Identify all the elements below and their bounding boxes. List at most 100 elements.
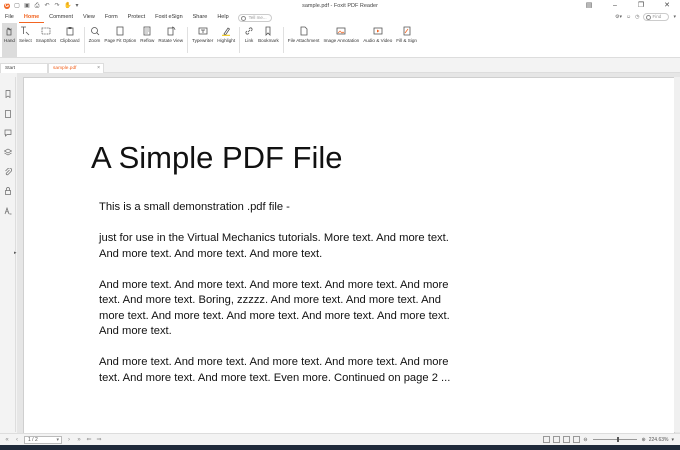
- rotate-view-icon: [166, 25, 176, 36]
- settings-gear-icon[interactable]: ⚙▾: [615, 14, 622, 20]
- vertical-scrollbar[interactable]: [674, 77, 680, 432]
- facing-view-icon[interactable]: [563, 436, 571, 443]
- snapshot-tool-button[interactable]: SnapShot: [34, 23, 58, 57]
- menu-help[interactable]: Help: [212, 12, 233, 23]
- zoom-slider-knob[interactable]: [616, 437, 619, 442]
- page-fit-icon: [115, 25, 125, 36]
- page-number-field[interactable]: 1 / 2: [24, 436, 62, 444]
- zoom-slider[interactable]: [592, 437, 637, 442]
- tool-label: Audio & Video: [363, 38, 393, 43]
- clipboard-tool-button[interactable]: Clipboard: [58, 23, 82, 57]
- ribbon-separator: [83, 27, 85, 53]
- reflow-button[interactable]: Reflow: [138, 23, 156, 57]
- hand-tool-button[interactable]: Hand: [2, 23, 17, 57]
- title-bar: G ▢ ▣ ⎙ ↶ ↷ ✋ ▾ sample.pdf - Foxit PDF R…: [0, 0, 680, 12]
- menu-comment[interactable]: Comment: [44, 12, 78, 23]
- restore-button[interactable]: ❐: [628, 0, 654, 12]
- menu-form[interactable]: Form: [100, 12, 123, 23]
- last-page-icon[interactable]: »: [76, 437, 82, 444]
- notification-icon[interactable]: ◷: [635, 14, 639, 20]
- layers-panel-icon[interactable]: [3, 143, 13, 156]
- single-page-view-icon[interactable]: [543, 436, 551, 443]
- minimize-button[interactable]: –: [602, 0, 628, 12]
- attachments-panel-icon[interactable]: [4, 163, 12, 176]
- tool-label: Link: [244, 38, 254, 43]
- comments-panel-icon[interactable]: [4, 124, 12, 137]
- previous-page-icon[interactable]: ‹: [14, 437, 20, 444]
- pdf-body: This is a small demonstration .pdf file …: [99, 200, 459, 402]
- security-lock-icon[interactable]: [4, 182, 12, 195]
- link-tool-button[interactable]: Link: [242, 23, 256, 57]
- tab-start[interactable]: Start: [0, 63, 48, 73]
- zoom-in-icon[interactable]: ⊕: [642, 437, 646, 443]
- menu-home[interactable]: Home: [18, 12, 45, 23]
- menu-share[interactable]: Share: [188, 12, 213, 23]
- highlight-tool-button[interactable]: Highlight: [215, 23, 237, 57]
- tab-sample-pdf[interactable]: sample.pdf ×: [48, 63, 104, 73]
- redo-icon[interactable]: ↷: [54, 3, 60, 9]
- tool-label: SnapShot: [35, 38, 56, 43]
- menu-protect[interactable]: Protect: [123, 12, 150, 23]
- snapshot-icon: [41, 25, 51, 36]
- zoom-level[interactable]: 224.63%: [649, 437, 669, 443]
- rotate-view-button[interactable]: Rotate View: [156, 23, 185, 57]
- close-button[interactable]: ✕: [654, 0, 680, 12]
- previous-view-icon[interactable]: ⇐: [86, 437, 92, 444]
- next-view-icon[interactable]: ⇒: [96, 437, 102, 444]
- tool-label: Hand: [4, 38, 15, 43]
- ribbon-display-options-icon[interactable]: ▤: [576, 0, 602, 12]
- page-thumbnails-icon[interactable]: [4, 105, 12, 118]
- next-page-icon[interactable]: ›: [66, 437, 72, 444]
- zoom-out-icon[interactable]: ⊖: [583, 437, 587, 443]
- undo-icon[interactable]: ↶: [44, 3, 50, 9]
- audio-video-button[interactable]: Audio & Video: [361, 23, 394, 57]
- continuous-facing-view-icon[interactable]: [573, 436, 581, 443]
- hand-icon: [4, 25, 14, 36]
- page-fit-option-button[interactable]: Page Fit Option: [102, 23, 138, 57]
- fill-sign-button[interactable]: Fill & Sign: [394, 23, 419, 57]
- tab-label: Start: [5, 66, 16, 71]
- pdf-paragraph: just for use in the Virtual Mechanics tu…: [99, 232, 449, 260]
- hand-tool-icon[interactable]: ✋: [64, 3, 71, 9]
- zoom-dropdown-icon[interactable]: ▾: [671, 437, 674, 443]
- ribbon-separator: [187, 27, 189, 53]
- select-tool-button[interactable]: Select: [17, 23, 34, 57]
- image-annotation-button[interactable]: Image Annotation: [321, 23, 361, 57]
- tool-label: Rotate View: [158, 38, 184, 43]
- tool-label: Page Fit Option: [104, 38, 137, 43]
- reflow-icon: [142, 25, 152, 36]
- foxit-logo-icon: G: [4, 3, 10, 9]
- zoom-icon: [90, 25, 100, 36]
- find-input[interactable]: Find: [643, 13, 670, 21]
- signature-panel-icon[interactable]: [4, 202, 12, 215]
- menubar-right-tools: ⚙▾ ☺ ◷ Find ▾: [615, 13, 676, 21]
- typewriter-tool-button[interactable]: Typewriter: [190, 23, 215, 57]
- bookmark-icon: [263, 25, 273, 36]
- document-view[interactable]: A Simple PDF File This is a small demons…: [17, 73, 680, 437]
- menu-view[interactable]: View: [78, 12, 100, 23]
- pdf-paragraph: This is a small demonstration .pdf file …: [99, 201, 290, 213]
- status-bar: « ‹ 1 / 2 › » ⇐ ⇒ ⊖ ⊕ 224.63% ▾: [0, 433, 680, 445]
- ribbon-separator: [282, 27, 284, 53]
- tool-label: File Attachment: [287, 38, 320, 43]
- account-icon[interactable]: ☺: [626, 14, 631, 20]
- file-attachment-button[interactable]: File Attachment: [286, 23, 322, 57]
- first-page-icon[interactable]: «: [4, 437, 10, 444]
- pdf-paragraph: And more text. And more text. And more t…: [99, 356, 451, 384]
- find-options-icon[interactable]: ▾: [673, 14, 676, 20]
- menu-file[interactable]: File: [0, 12, 19, 23]
- os-taskbar-strip: [0, 445, 680, 450]
- zoom-tool-button[interactable]: Zoom: [87, 23, 103, 57]
- bookmarks-panel-icon[interactable]: [4, 85, 12, 99]
- print-icon[interactable]: ⎙: [34, 3, 40, 9]
- menu-foxit-esign[interactable]: Foxit eSign: [150, 12, 188, 23]
- customize-dropdown-icon[interactable]: ▾: [74, 3, 80, 9]
- open-file-icon[interactable]: ▢: [14, 3, 20, 9]
- close-tab-icon[interactable]: ×: [97, 64, 100, 73]
- bookmark-tool-button[interactable]: Bookmark: [256, 23, 281, 57]
- tell-me-search-input[interactable]: Tell me...: [237, 13, 272, 22]
- tool-label: Highlight: [217, 38, 236, 43]
- continuous-view-icon[interactable]: [553, 436, 561, 443]
- ribbon-separator: [239, 27, 241, 53]
- save-icon[interactable]: ▣: [24, 3, 30, 9]
